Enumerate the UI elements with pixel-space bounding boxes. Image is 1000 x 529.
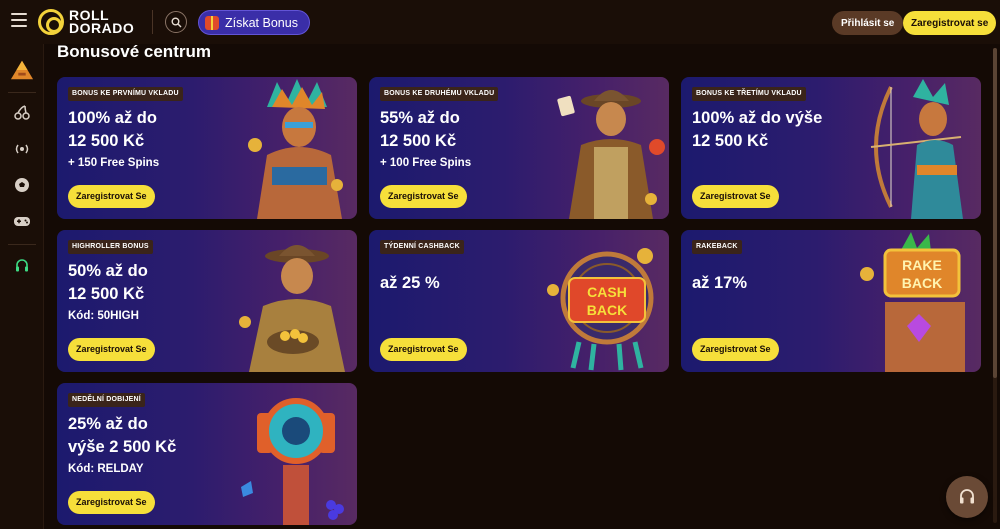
login-button[interactable]: Přihlásit se [832, 11, 904, 35]
card-subtitle: Kód: RELDAY [68, 463, 144, 475]
register-button[interactable]: Zaregistrovat Se [68, 491, 155, 514]
rakeback-art-text2: BACK [902, 275, 942, 291]
bonus-card-rakeback[interactable]: RAKEBACK až 17% Zaregistrovat Se RAKE BA… [681, 230, 981, 372]
card-headline: 100% až do 12 500 Kč [68, 107, 243, 153]
soccer-ball-icon[interactable] [10, 173, 34, 197]
card-tag: BONUS KE DRUHÉMU VKLADU [380, 87, 499, 101]
card-headline: až 17% [692, 272, 867, 295]
gamepad-icon[interactable] [10, 209, 34, 233]
register-button[interactable]: Zaregistrovat Se [380, 338, 467, 361]
bonus-card-weekly-cashback[interactable]: TÝDENNÍ CASHBACK až 25 % Zaregistrovat S… [369, 230, 669, 372]
register-button[interactable]: Zaregistrovat Se [692, 338, 779, 361]
card-tag: HIGHROLLER BONUS [68, 240, 153, 254]
card-headline-line1: 50% až do [68, 262, 148, 280]
cashback-art-text1: CASH [587, 284, 627, 300]
explorer-with-gold-illustration [239, 245, 345, 372]
bonus-card-highroller[interactable]: HIGHROLLER BONUS 50% až do 12 500 Kč Kód… [57, 230, 357, 372]
pyramid-icon[interactable] [10, 58, 34, 82]
card-tag: BONUS KE PRVNÍMU VKLADU [68, 87, 183, 101]
card-headline: až 25 % [380, 272, 555, 295]
bonus-card-second-deposit[interactable]: BONUS KE DRUHÉMU VKLADU 55% až do 12 500… [369, 77, 669, 219]
gift-icon [205, 15, 219, 30]
card-tag: NEDĚLNÍ DOBIJENÍ [68, 393, 145, 407]
card-tag: RAKEBACK [692, 240, 742, 254]
card-headline-line1: až 25 % [380, 274, 440, 292]
cherries-icon[interactable] [10, 100, 34, 124]
top-bar: ROLL DORADO Získat Bonus Přihlásit se Za… [0, 0, 1000, 44]
card-headline-line1: 100% až do [68, 109, 157, 127]
rakeback-illustration: RAKE BACK [860, 232, 965, 372]
headset-icon [960, 489, 974, 504]
logo-mark [38, 9, 64, 35]
search-icon [171, 17, 181, 27]
headset-icon[interactable] [10, 254, 34, 278]
rakeback-art-text1: RAKE [902, 257, 942, 273]
aztec-warrior-illustration [248, 79, 343, 219]
register-button[interactable]: Zaregistrovat se [903, 11, 997, 35]
logo[interactable]: ROLL DORADO [38, 8, 134, 36]
bonus-card-sunday-reload[interactable]: NEDĚLNÍ DOBIJENÍ 25% až do výše 2 500 Kč… [57, 383, 357, 525]
get-bonus-label: Získat Bonus [225, 15, 298, 30]
cashback-art-text2: BACK [587, 302, 627, 318]
card-headline-line2: 12 500 Kč [68, 285, 145, 303]
bonus-card-first-deposit[interactable]: BONUS KE PRVNÍMU VKLADU 100% až do 12 50… [57, 77, 357, 219]
sidebar-divider [8, 244, 36, 245]
register-button[interactable]: Zaregistrovat Se [692, 185, 779, 208]
search-button[interactable] [165, 11, 187, 33]
archer-illustration [870, 79, 963, 219]
support-chat-button[interactable] [946, 476, 988, 518]
card-headline-line2: 12 500 Kč [380, 132, 457, 150]
scrollbar-thumb[interactable] [993, 48, 997, 378]
adventurer-illustration [557, 90, 665, 219]
logo-text: ROLL DORADO [69, 8, 135, 36]
register-button[interactable]: Zaregistrovat Se [380, 185, 467, 208]
card-subtitle: + 150 Free Spins [68, 157, 160, 169]
logo-line2: DORADO [69, 20, 135, 36]
card-subtitle: Kód: 50HIGH [68, 310, 139, 322]
menu-icon[interactable] [11, 13, 27, 29]
card-tag: TÝDENNÍ CASHBACK [380, 240, 464, 254]
cashback-illustration: CASH BACK [547, 248, 654, 371]
card-subtitle: + 100 Free Spins [380, 157, 472, 169]
page-title: Bonusové centrum [57, 42, 211, 61]
bonus-card-third-deposit[interactable]: BONUS KE TŘETÍMU VKLADU 100% až do výše … [681, 77, 981, 219]
card-headline-line2: 12 500 Kč [68, 132, 145, 150]
sidebar-divider [8, 92, 36, 93]
card-headline-line1: 55% až do [380, 109, 460, 127]
slot-machine-illustration [241, 398, 344, 525]
card-headline: 55% až do 12 500 Kč [380, 107, 555, 153]
register-button[interactable]: Zaregistrovat Se [68, 185, 155, 208]
card-headline: 50% až do 12 500 Kč [68, 260, 243, 306]
card-headline-line1: až 17% [692, 274, 748, 292]
card-tag: BONUS KE TŘETÍMU VKLADU [692, 87, 806, 101]
sidebar [0, 44, 44, 529]
get-bonus-button[interactable]: Získat Bonus [198, 10, 310, 35]
divider [152, 10, 153, 34]
register-button[interactable]: Zaregistrovat Se [68, 338, 155, 361]
live-icon[interactable] [10, 137, 34, 161]
